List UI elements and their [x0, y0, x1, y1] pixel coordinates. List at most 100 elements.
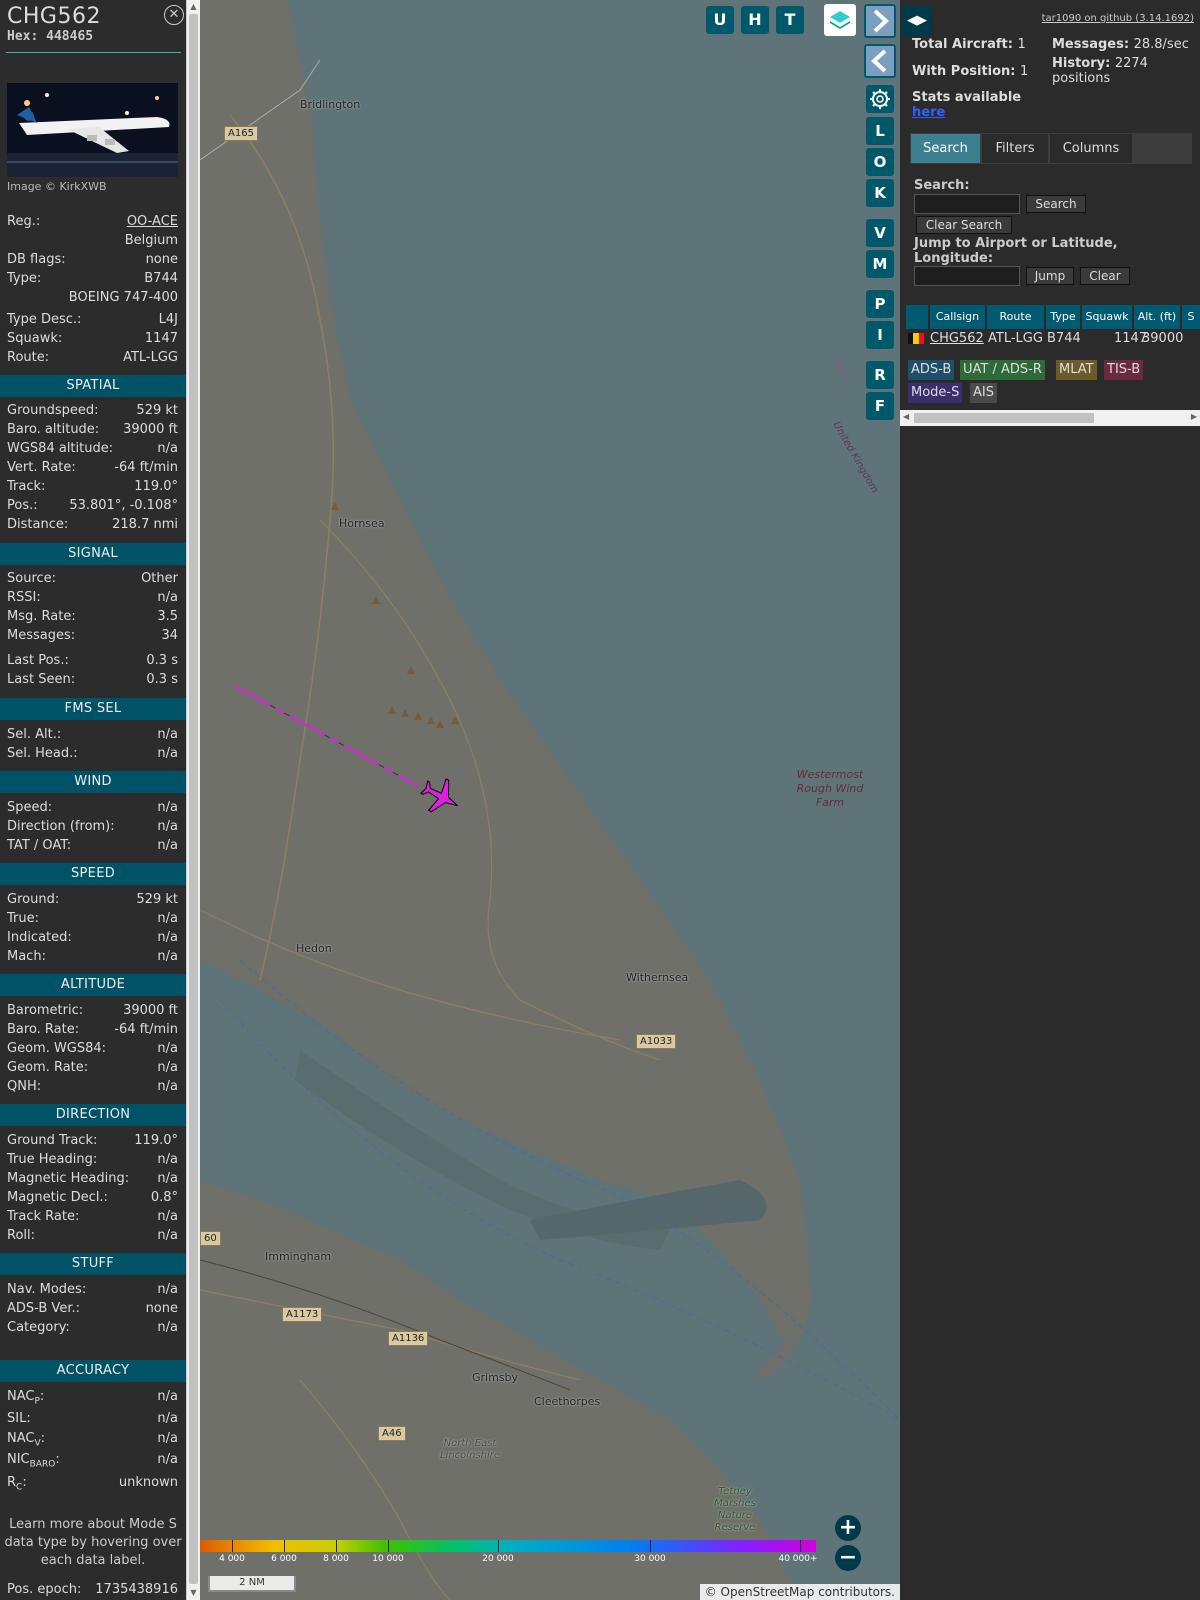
header-divider: [6, 52, 181, 53]
button-v[interactable]: V: [866, 219, 894, 247]
gear-icon: [870, 89, 890, 109]
jump-input[interactable]: [914, 266, 1020, 286]
stuff-row: ADS-B Ver.: none: [7, 1301, 178, 1316]
section-accuracy: ACCURACY: [0, 1360, 186, 1382]
row-type: B744: [1047, 331, 1081, 346]
legend-uat-adsr[interactable]: UAT / ADS-R: [960, 360, 1045, 380]
search-button[interactable]: Search: [1026, 195, 1086, 213]
button-p[interactable]: P: [866, 290, 894, 318]
info-row-type: Type: B744: [7, 271, 178, 286]
colorbar-label: 30 000: [634, 1554, 666, 1564]
expand-right-button[interactable]: [864, 4, 896, 38]
town-label: Hornsea: [339, 517, 385, 530]
clear-search-button[interactable]: Clear Search: [916, 216, 1012, 234]
column-header-route[interactable]: Route: [987, 305, 1044, 329]
search-input[interactable]: [914, 194, 1020, 214]
legend-mlat[interactable]: MLAT: [1056, 360, 1097, 380]
column-header-squawk[interactable]: Squawk: [1082, 305, 1132, 329]
fms-row: Sel. Head.: n/a: [7, 746, 178, 761]
collapse-left-button[interactable]: [864, 44, 896, 78]
colorbar-label: 40 000+: [778, 1554, 818, 1564]
colorbar-tick: [284, 1540, 285, 1552]
colorbar-label: 10 000: [372, 1554, 404, 1564]
aircraft-photo[interactable]: [7, 83, 178, 177]
settings-button[interactable]: [866, 85, 894, 113]
button-r[interactable]: R: [866, 361, 894, 389]
scrollbar-thumb[interactable]: [189, 14, 198, 1584]
column-header-type[interactable]: Type: [1046, 305, 1080, 329]
button-f[interactable]: F: [866, 392, 894, 420]
info-row-reg: Reg.: OO-ACE: [7, 214, 178, 229]
tab-search[interactable]: Search: [911, 134, 980, 163]
legend-mode-s[interactable]: Mode-S: [908, 383, 963, 403]
button-l[interactable]: L: [866, 117, 894, 145]
table-horizontal-scrollbar[interactable]: ◀ ▶: [900, 410, 1200, 426]
aircraft-hex: Hex: 448465: [7, 29, 182, 44]
scroll-down-icon[interactable]: ▼: [189, 1588, 198, 1598]
spatial-row: Pos.: 53.801°, -0.108°: [7, 498, 178, 513]
osm-link[interactable]: OpenStreetMap: [721, 1585, 815, 1599]
legend-adsb[interactable]: ADS-B: [908, 360, 955, 380]
info-row-country: Belgium: [124, 233, 178, 248]
colorbar-label: 8 000: [323, 1554, 349, 1564]
button-o[interactable]: O: [866, 148, 894, 176]
tab-columns[interactable]: Columns: [1050, 134, 1132, 163]
row-callsign[interactable]: CHG562: [930, 330, 984, 348]
signal-row: RSSI: n/a: [7, 590, 178, 605]
zoom-out-button[interactable]: −: [835, 1545, 861, 1571]
speed-row: Indicated: n/a: [7, 930, 178, 945]
image-credit[interactable]: Image © KirkXWB: [7, 180, 107, 193]
spatial-row: Track: 119.0°: [7, 479, 178, 494]
column-header-callsign[interactable]: Callsign: [930, 305, 985, 329]
altitude-row: Baro. Rate: -64 ft/min: [7, 1022, 178, 1037]
sidebar-scrollbar[interactable]: ▲ ▼: [186, 0, 200, 1600]
github-link[interactable]: tar1090 on github (3.14.1692): [1042, 13, 1194, 24]
clear-button[interactable]: Clear: [1080, 267, 1130, 285]
info-row-type-desc: Type Desc.: L4J: [7, 312, 178, 327]
signal-row: Last Seen: 0.3 s: [7, 672, 178, 687]
zoom-in-button[interactable]: +: [835, 1515, 861, 1541]
registration-link[interactable]: OO-ACE: [127, 214, 178, 229]
altitude-color-bar: [200, 1540, 816, 1552]
row-route: ATL-LGG: [988, 331, 1043, 346]
map-view[interactable]: Bridlington Hornsea Hedon Withernsea Imm…: [200, 0, 900, 1600]
jump-button[interactable]: Jump: [1026, 267, 1074, 285]
scroll-right-icon[interactable]: ▶: [1191, 412, 1197, 421]
section-fms-sel: FMS SEL: [0, 698, 186, 720]
region-label: North East Lincolnshire: [439, 1438, 500, 1461]
search-label: Search:: [914, 178, 970, 193]
button-u[interactable]: U: [706, 6, 734, 34]
legend-ais[interactable]: AIS: [970, 383, 997, 403]
colorbar-label: 20 000: [482, 1554, 514, 1564]
close-icon[interactable]: ✕: [164, 5, 184, 25]
signal-row: Msg. Rate: 3.5: [7, 609, 178, 624]
scroll-up-icon[interactable]: ▲: [189, 2, 198, 12]
tab-filters[interactable]: Filters: [982, 134, 1048, 163]
spatial-row: Baro. altitude: 39000 ft: [7, 422, 178, 437]
scroll-left-icon[interactable]: ◀: [903, 412, 909, 421]
direction-row: Ground Track: 119.0°: [7, 1133, 178, 1148]
column-header-altitude[interactable]: Alt. (ft): [1134, 305, 1180, 329]
button-m[interactable]: M: [866, 250, 894, 278]
column-header-flag[interactable]: [906, 305, 928, 329]
town-label: Hedon: [296, 942, 332, 955]
stats-link[interactable]: here: [912, 105, 945, 120]
legend-tisb[interactable]: TIS-B: [1104, 360, 1144, 380]
button-i[interactable]: I: [866, 321, 894, 349]
wind-row: Direction (from): n/a: [7, 819, 178, 834]
colorbar-tick: [388, 1540, 389, 1552]
button-t[interactable]: T: [776, 6, 804, 34]
chevron-right-icon: [873, 9, 889, 33]
column-header-speed[interactable]: S: [1182, 305, 1200, 329]
button-h[interactable]: H: [741, 6, 769, 34]
info-row-route: Route: ATL-LGG: [7, 350, 178, 365]
button-k[interactable]: K: [866, 179, 894, 207]
toggle-sidebar-button[interactable]: ◀▶: [902, 6, 932, 36]
layers-button[interactable]: [824, 4, 856, 36]
road-shield: A1136: [388, 1331, 429, 1346]
spatial-row: Distance: 218.7 nmi: [7, 517, 178, 532]
stuff-row: Nav. Modes: n/a: [7, 1282, 178, 1297]
hscroll-thumb[interactable]: [914, 413, 1094, 423]
info-row-dbflags: DB flags: none: [7, 252, 178, 267]
town-label: Immingham: [265, 1250, 332, 1263]
